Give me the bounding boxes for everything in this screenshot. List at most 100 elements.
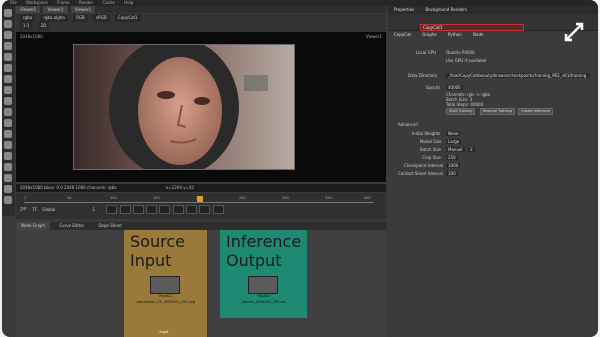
model-size-dropdown[interactable]: Large [446, 139, 462, 144]
epochs-field[interactable]: 40000 [446, 85, 463, 90]
display-select[interactable]: RGB [73, 14, 88, 22]
advanced-section-toggle[interactable]: Advanced [398, 122, 418, 127]
inference-read-thumbnail[interactable] [248, 276, 278, 294]
tool-icon[interactable] [4, 20, 12, 28]
range-select[interactable]: Global [42, 207, 55, 212]
properties-tabs: Properties Background Renders [388, 6, 598, 14]
tick-label: 400 [364, 196, 371, 200]
menu-file[interactable]: File [10, 0, 17, 5]
tab-properties[interactable]: Properties [394, 7, 414, 12]
tf-toggle[interactable]: TF [32, 207, 37, 212]
timeline-ruler[interactable]: 1 50 100 150 200 250 300 350 400 [24, 196, 374, 203]
tool-icon[interactable] [4, 141, 12, 149]
source-input-backdrop[interactable]: Source Input Read22 production_35_402595… [124, 230, 207, 337]
tool-icon[interactable] [4, 152, 12, 160]
checkpoint-interval-field[interactable]: 1000 [446, 163, 461, 168]
stop-button[interactable] [159, 205, 171, 214]
source-read-thumbnail[interactable] [150, 276, 180, 294]
view-mode-select[interactable]: 2D [37, 22, 50, 30]
prev-frame-button[interactable] [132, 205, 144, 214]
use-gpu-checkbox[interactable]: Use GPU if available [446, 58, 486, 63]
subtab-graphs[interactable]: Graphs [422, 32, 436, 37]
tool-icon[interactable] [4, 119, 12, 127]
node-graph-panel[interactable]: Node Graph Curve Editor Dope Sheet Sourc… [16, 222, 386, 337]
colorspace-select[interactable]: sRGB [93, 14, 110, 22]
menu-workspace[interactable]: Workspace [26, 0, 48, 5]
contact-sheet-interval-field[interactable]: 100 [446, 171, 458, 176]
play-button[interactable] [172, 205, 184, 214]
viewer-image [73, 44, 295, 170]
start-training-button[interactable]: Start Training [446, 108, 476, 115]
source-connector-label: Input [159, 330, 169, 334]
viewer-canvas[interactable]: 2048x1080 Viewer1 [16, 32, 386, 182]
first-frame-button[interactable] [106, 205, 118, 214]
tab-viewer[interactable]: Viewer1 [70, 6, 96, 13]
menu-help[interactable]: Help [124, 0, 133, 5]
local-gpu-label: Local GPU [416, 50, 437, 55]
crop-size-dropdown[interactable]: 256 [446, 155, 458, 160]
tool-icon[interactable] [4, 75, 12, 83]
tab-viewer[interactable]: Viewer1 [43, 6, 68, 13]
subtab-node[interactable]: Node [473, 32, 483, 37]
tool-icon[interactable] [4, 185, 12, 193]
prev-key-button[interactable] [119, 205, 131, 214]
tab-curve-editor[interactable]: Curve Editor [54, 222, 89, 230]
expand-icon[interactable] [562, 20, 586, 44]
tool-icon[interactable] [4, 108, 12, 116]
input-select[interactable]: CopyCat1 [115, 14, 141, 22]
playhead[interactable] [197, 196, 203, 202]
tick-label: 350 [325, 196, 332, 200]
play-back-button[interactable] [146, 205, 158, 214]
menu-render[interactable]: Render [79, 0, 93, 5]
tool-icon[interactable] [4, 174, 12, 182]
tool-icon[interactable] [4, 130, 12, 138]
initial-weights-dropdown[interactable]: None [446, 131, 461, 136]
tool-icon[interactable] [4, 97, 12, 105]
subtab-copycat[interactable]: CopyCat [394, 32, 411, 37]
next-frame-button[interactable] [185, 205, 197, 214]
tab-background-renders[interactable]: Background Renders [426, 7, 467, 12]
source-input-title: Source Input [130, 232, 185, 270]
data-directory-field[interactable]: _final/CopyCat/beauty/browse/checkpoints… [446, 73, 590, 78]
timeline[interactable]: 1 50 100 150 200 250 300 350 400 24* TF … [16, 193, 386, 219]
total-steps-info: Total Steps: 40000 [446, 102, 484, 107]
tool-icon[interactable] [4, 196, 12, 204]
portrait-image [74, 45, 294, 169]
menu-frame[interactable]: Frame [57, 0, 69, 5]
tab-node-graph[interactable]: Node Graph [16, 222, 50, 230]
tool-icon[interactable] [4, 64, 12, 72]
tab-dope-sheet[interactable]: Dope Sheet [93, 222, 126, 230]
menu-cache[interactable]: Cache [102, 0, 114, 5]
tick-label: 100 [110, 196, 117, 200]
viewer-tabs: Viewer1 Viewer1 Viewer1 [16, 6, 386, 13]
create-inference-button[interactable]: Create Inference [518, 108, 554, 115]
tab-viewer[interactable]: Viewer1 [16, 6, 41, 13]
crop-size-label: Crop Size [422, 155, 441, 160]
checkpoint-interval-label: Checkpoint Interval [404, 163, 444, 168]
properties-panel: Properties Background Renders CopyCat1 C… [388, 6, 598, 337]
inference-output-title: Inference Output [226, 232, 302, 270]
frame-field[interactable]: 1 [92, 207, 95, 212]
tool-icon[interactable] [4, 53, 12, 61]
info-text: 2048x1080 bbox: 0 0 2048 1080 channels: … [20, 185, 117, 190]
tool-icon[interactable] [4, 31, 12, 39]
data-directory-label: Data Directory [408, 73, 438, 78]
tool-icon[interactable] [4, 42, 12, 50]
inference-output-backdrop[interactable]: Inference Output Read23 Source_4035452_1… [220, 230, 307, 318]
batch-size-mode-dropdown[interactable]: Manual [446, 147, 465, 152]
channel-select[interactable]: rgba [20, 14, 36, 22]
next-key-button[interactable] [199, 205, 211, 214]
tool-icon[interactable] [4, 86, 12, 94]
fps-field[interactable]: 24* [20, 207, 27, 212]
tool-icon[interactable] [4, 9, 12, 17]
tool-icon[interactable] [4, 163, 12, 171]
resume-training-button[interactable]: Resume Training [480, 108, 515, 115]
inference-read-node-file: Source_4035452_155.exr [241, 300, 287, 304]
subtab-python[interactable]: Python [448, 32, 462, 37]
format-label: 2048x1080 [20, 34, 43, 39]
alpha-select[interactable]: rgba.alpha [40, 14, 68, 22]
tick-label: 300 [282, 196, 289, 200]
batch-size-field[interactable]: 3 [468, 147, 475, 152]
last-frame-button[interactable] [212, 205, 224, 214]
zoom-select[interactable]: 1:1 [20, 22, 33, 30]
